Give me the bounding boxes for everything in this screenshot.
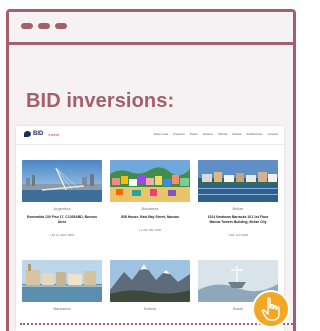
- office-card-bahamas[interactable]: Bahamas IDB House, East Bay Street, Nass…: [110, 160, 190, 232]
- site-nav-links: Sobre Invest Proyectos Países Sectores O…: [154, 133, 278, 136]
- card-country: Belize: [232, 206, 244, 211]
- city-photo-bridgetown: [22, 260, 102, 302]
- card-country: Bolivia: [144, 306, 156, 311]
- nav-link[interactable]: Noticias: [232, 133, 241, 136]
- nav-link[interactable]: Contacto: [268, 133, 278, 136]
- card-country: Barbados: [53, 306, 71, 311]
- city-photo-buenos-aires: [22, 160, 102, 202]
- nav-link[interactable]: Oficinas: [218, 133, 227, 136]
- logo-suffix: Invest: [48, 131, 60, 137]
- card-country: Argentina: [53, 206, 71, 211]
- titlebar-dot: [38, 23, 50, 29]
- site-navbar: BID Invest Sobre Invest Proyectos Países…: [16, 126, 284, 145]
- nav-link[interactable]: Sobre Invest: [154, 133, 169, 136]
- titlebar-dot: [55, 23, 67, 29]
- office-card-bolivia[interactable]: Bolivia: [110, 260, 190, 311]
- card-address: 1024 Newtown Barracks 101 1st Floor Mari…: [207, 215, 269, 224]
- card-phone: +1 242 396 7800: [138, 228, 162, 232]
- address-bar: [8, 42, 295, 45]
- nav-link[interactable]: Países: [190, 133, 198, 136]
- website-preview: BID Invest Sobre Invest Proyectos Países…: [16, 126, 284, 331]
- pointing-hand-icon: [254, 292, 288, 326]
- card-address: Esmeralda 130 Piso 17, C1035ABD, Buenos …: [26, 215, 98, 224]
- logo-icon: [24, 131, 31, 137]
- office-card-belize[interactable]: Belize 1024 Newtown Barracks 101 1st Flo…: [198, 160, 278, 237]
- nav-link[interactable]: Sectores: [203, 133, 213, 136]
- titlebar-dot: [21, 23, 33, 29]
- logo-brand: BID: [33, 131, 44, 137]
- page-heading: BID inversions:: [26, 90, 175, 112]
- site-logo[interactable]: BID Invest: [24, 131, 59, 137]
- window-titlebar: [9, 12, 293, 45]
- nav-link[interactable]: Publicaciones: [247, 133, 263, 136]
- card-phone: +501 223 3900: [227, 233, 249, 237]
- city-photo-belize: [198, 160, 278, 202]
- city-photo-nassau: [110, 160, 190, 202]
- card-country: Bahamas: [141, 206, 159, 211]
- city-photo-la-paz: [110, 260, 190, 302]
- office-card-argentina[interactable]: Argentina Esmeralda 130 Piso 17, C1035AB…: [22, 160, 102, 237]
- office-card-barbados[interactable]: Barbados: [22, 260, 102, 311]
- card-phone: +54 11 4320 1800: [49, 233, 75, 237]
- dotted-divider: [20, 323, 293, 325]
- card-address: IDB House, East Bay Street, Nassau: [121, 215, 179, 219]
- nav-link[interactable]: Proyectos: [173, 133, 185, 136]
